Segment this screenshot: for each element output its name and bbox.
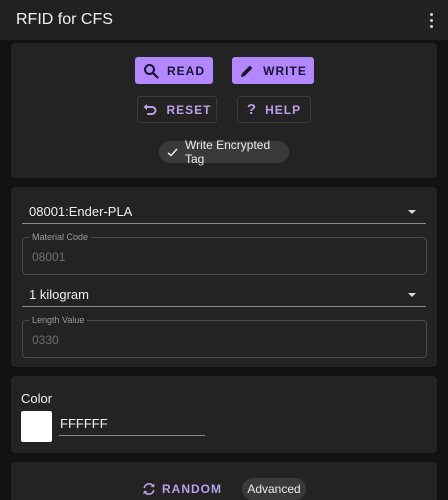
chevron-down-icon xyxy=(408,293,416,297)
filament-select[interactable]: 08001:Ender-PLA xyxy=(22,200,426,224)
search-icon xyxy=(143,63,159,79)
undo-icon xyxy=(142,102,158,118)
help-button[interactable]: ? HELP xyxy=(237,96,311,123)
advanced-chip[interactable]: Advanced xyxy=(242,478,306,500)
pencil-icon xyxy=(239,63,255,79)
more-vertical-icon[interactable] xyxy=(426,9,436,31)
weight-select-value: 1 kilogram xyxy=(29,287,89,302)
check-icon xyxy=(167,147,178,158)
advanced-chip-label: Advanced xyxy=(247,482,301,496)
help-button-label: HELP xyxy=(265,102,302,117)
color-swatch[interactable] xyxy=(21,411,52,442)
write-encrypted-chip-label: Write Encrypted Tag xyxy=(185,138,271,166)
filament-select-value: 08001:Ender-PLA xyxy=(29,204,133,219)
material-code-value: 08001 xyxy=(32,250,66,264)
weight-select[interactable]: 1 kilogram xyxy=(22,283,426,307)
reset-button-label: RESET xyxy=(166,102,212,117)
write-button-label: WRITE xyxy=(263,63,307,78)
material-code-field[interactable]: Material Code 08001 xyxy=(22,232,427,275)
length-value-field[interactable]: Length Value 0330 xyxy=(22,315,427,358)
refresh-icon xyxy=(142,482,156,496)
question-icon: ? xyxy=(246,101,258,118)
bottom-card xyxy=(11,462,437,500)
app-title: RFID for CFS xyxy=(16,11,113,28)
write-encrypted-chip[interactable]: Write Encrypted Tag xyxy=(159,138,289,166)
read-button[interactable]: READ xyxy=(135,57,213,84)
color-hex-value: FFFFFF xyxy=(60,416,108,431)
color-card xyxy=(11,376,437,453)
reset-button[interactable]: RESET xyxy=(137,96,217,123)
material-code-label: Material Code xyxy=(29,232,92,242)
chevron-down-icon xyxy=(408,210,416,214)
app-bar: RFID for CFS xyxy=(0,0,448,40)
length-value-label: Length Value xyxy=(29,315,88,325)
color-label: Color xyxy=(21,391,53,406)
random-button-label: RANDOM xyxy=(162,482,222,496)
length-value-value: 0330 xyxy=(32,333,59,347)
read-button-label: READ xyxy=(166,63,205,78)
color-hex-input[interactable]: FFFFFF xyxy=(59,416,205,436)
random-button[interactable]: RANDOM xyxy=(143,477,221,500)
write-button[interactable]: WRITE xyxy=(232,57,314,84)
